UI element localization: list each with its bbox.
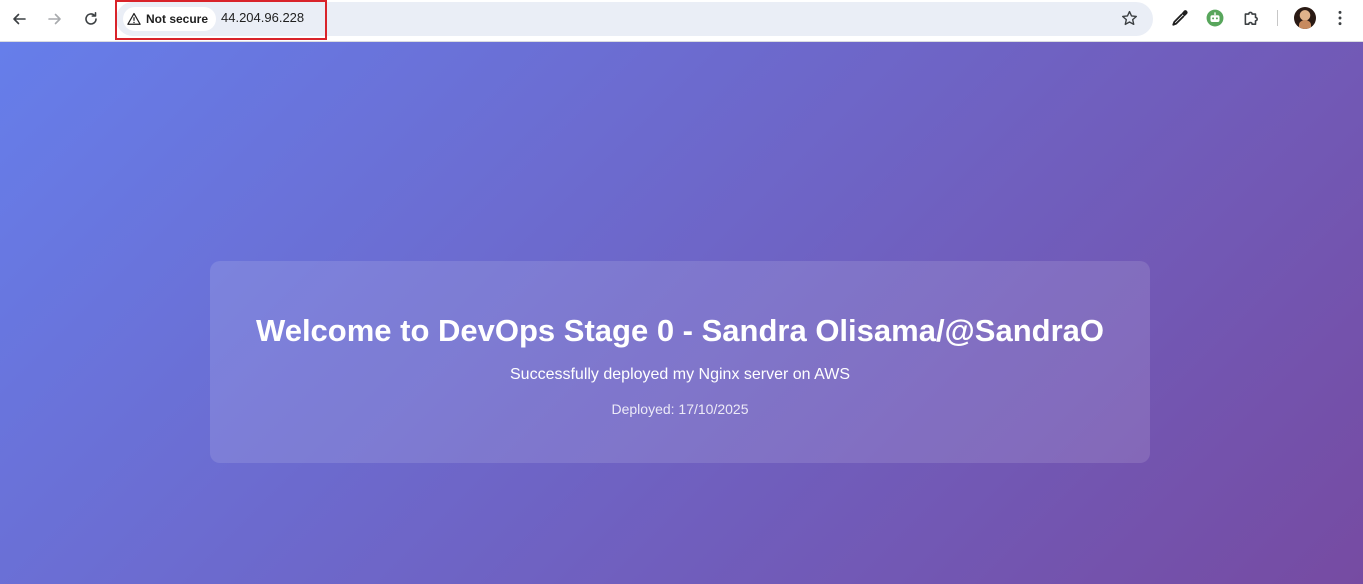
reload-icon [85, 12, 97, 25]
star-icon [1121, 10, 1137, 25]
extensions-button[interactable] [1240, 7, 1262, 29]
kebab-menu-icon [1338, 10, 1342, 26]
page-background: Welcome to DevOps Stage 0 - Sandra Olisa… [0, 42, 1363, 584]
welcome-card: Welcome to DevOps Stage 0 - Sandra Olisa… [210, 261, 1150, 463]
toolbar-divider [1277, 10, 1278, 26]
bookmark-button[interactable] [1117, 6, 1141, 30]
robot-extension-icon [1206, 9, 1224, 27]
forward-button[interactable] [41, 5, 69, 33]
deployment-message: Successfully deployed my Nginx server on… [510, 366, 850, 383]
browser-toolbar: Not secure 44.204.96.228 [0, 0, 1363, 42]
deployed-date: Deployed: 17/10/2025 [611, 401, 749, 417]
puzzle-icon [1244, 11, 1258, 25]
page-title: Welcome to DevOps Stage 0 - Sandra Olisa… [256, 313, 1104, 348]
reload-button[interactable] [77, 5, 105, 33]
profile-avatar[interactable] [1294, 7, 1316, 29]
browser-menu-button[interactable] [1329, 7, 1351, 29]
eyedropper-icon [1172, 10, 1188, 26]
back-arrow-icon [13, 13, 26, 25]
back-button[interactable] [5, 5, 33, 33]
eyedropper-extension-button[interactable] [1169, 7, 1191, 29]
url-highlight-annotation [115, 0, 327, 40]
robot-extension-button[interactable] [1204, 7, 1226, 29]
forward-arrow-icon [48, 13, 61, 25]
